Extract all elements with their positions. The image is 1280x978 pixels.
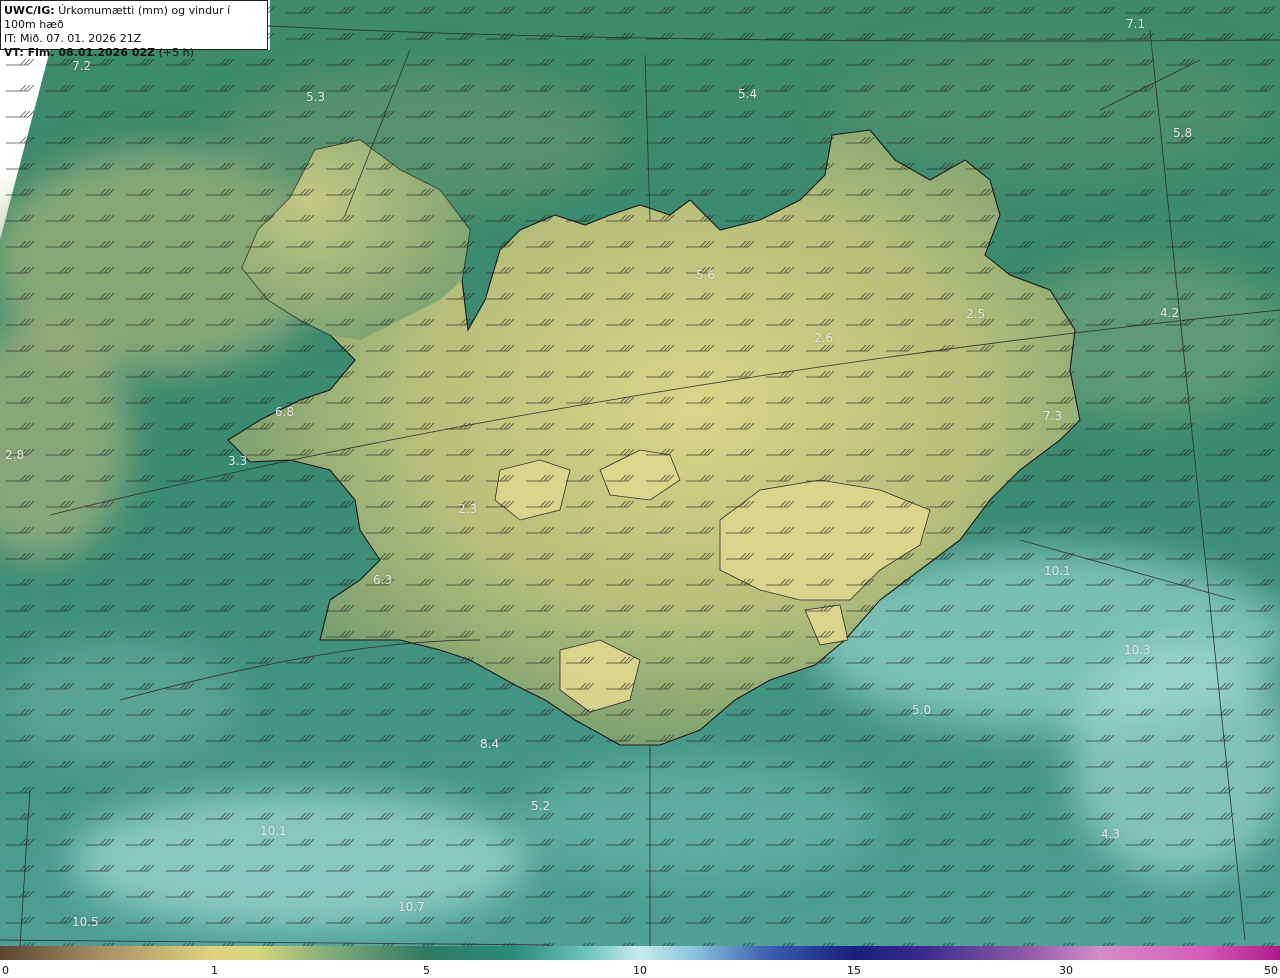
field-value-label: 2.5: [966, 307, 986, 321]
legend-tick: 50: [1264, 964, 1278, 977]
legend-tick: 5: [423, 964, 430, 977]
init-time-line: IT: Mið. 07. 01. 2026 21Z: [4, 32, 142, 45]
forecast-map: 7.2 5.3 5.4 7.1 5.8 5.6 2.5 2.6 4.2 6.8 7.3 2.8 3.3 2…: [0, 0, 1280, 978]
field-value-label: 8.4: [480, 737, 500, 751]
field-value-label: 7.2: [72, 59, 92, 73]
wind-barbs: [0, 0, 1280, 946]
valid-time-line: VT: Fim. 08.01.2026 02Z (+5 h): [4, 46, 194, 59]
field-value-label: 10.5: [72, 915, 99, 929]
field-value-label: 10.7: [398, 900, 425, 914]
field-value-label: 6.8: [275, 405, 295, 419]
legend-tick: 0: [2, 964, 9, 977]
legend-tick: 30: [1059, 964, 1073, 977]
field-value-label: 2.6: [814, 331, 834, 345]
field-value-label: 6.3: [373, 573, 393, 587]
field-value-label: 2.8: [5, 448, 25, 462]
field-value-label: 7.3: [1043, 409, 1063, 423]
legend-tick: 1: [211, 964, 218, 977]
field-value-label: 10.1: [1044, 564, 1071, 578]
map-field: [0, 0, 1280, 946]
field-value-label: 5.6: [696, 268, 716, 282]
legend-tick: 15: [847, 964, 861, 977]
field-value-label: 10.1: [260, 824, 287, 838]
run-info-box: UWC/IG: Úrkomumætti (mm) og vindur í 100…: [0, 0, 268, 59]
field-value-label: 5.4: [738, 87, 758, 101]
field-value-label: 10.3: [1124, 643, 1151, 657]
field-value-label: 2.3: [458, 502, 478, 516]
field-value-label: 5.3: [306, 90, 326, 104]
field-value-label: 7.1: [1126, 17, 1146, 31]
field-value-label: 5.2: [531, 799, 551, 813]
field-value-label: 4.2: [1160, 306, 1180, 320]
field-value-label: 4.3: [1101, 827, 1121, 841]
field-value-label: 5.0: [912, 703, 932, 717]
product-line: UWC/IG: Úrkomumætti (mm) og vindur í 100…: [4, 4, 231, 31]
field-value-label: 3.3: [228, 454, 248, 468]
field-value-label: 5.8: [1173, 126, 1193, 140]
legend-tick: 10: [633, 964, 647, 977]
color-legend: 0 1 5 10 15 30 50: [0, 946, 1280, 978]
legend-color-bar: [0, 946, 1280, 960]
